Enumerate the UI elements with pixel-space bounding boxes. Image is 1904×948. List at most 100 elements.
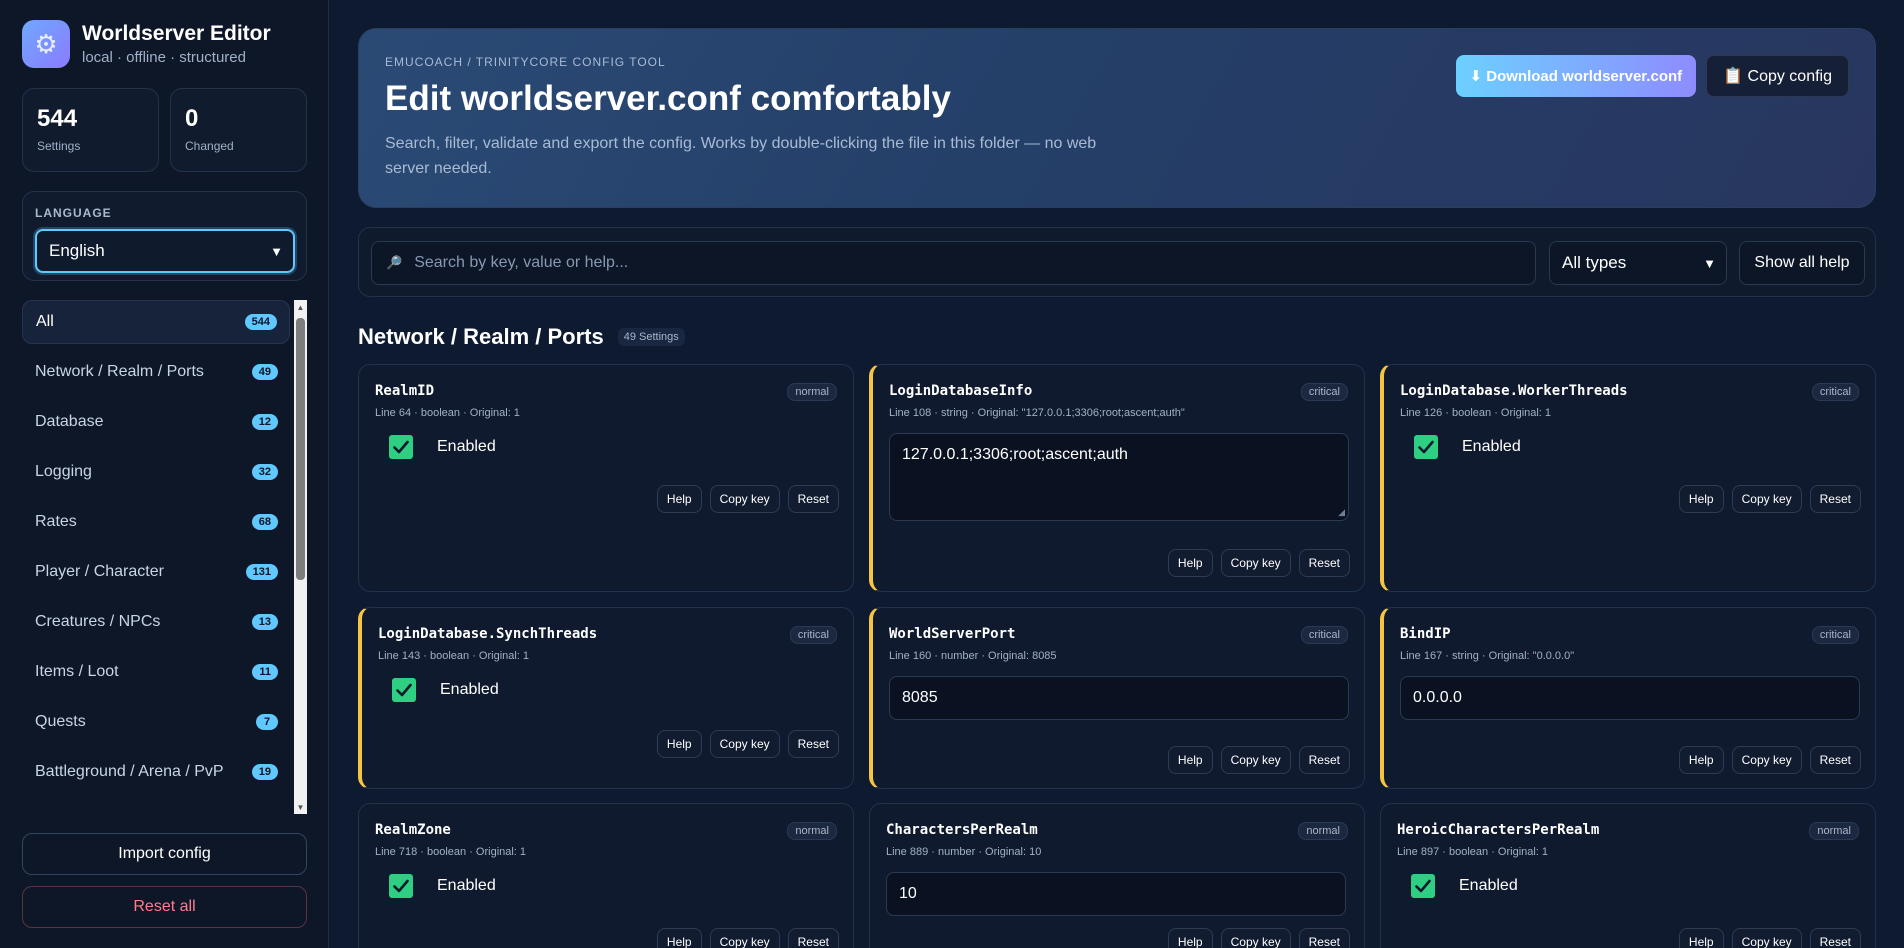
value-input[interactable]: 10	[886, 872, 1346, 916]
stat-settings: 544 Settings	[22, 88, 159, 172]
language-select[interactable]: English ▼	[35, 229, 295, 273]
copy-key-button[interactable]: Copy key	[1731, 746, 1802, 774]
type-filter-select[interactable]: All types ▼	[1549, 241, 1727, 285]
value-text: 127.0.0.1;3306;root;ascent;auth	[902, 446, 1128, 463]
copy-key-button[interactable]: Copy key	[1220, 549, 1291, 577]
checkbox[interactable]	[392, 678, 416, 702]
copy-key-button[interactable]: Copy key	[709, 485, 780, 513]
scroll-thumb[interactable]	[296, 318, 305, 580]
checkbox-label: Enabled	[1459, 877, 1518, 894]
reset-button[interactable]: Reset	[787, 730, 839, 758]
download-config-button[interactable]: ⬇ Download worldserver.conf	[1455, 55, 1697, 97]
help-button[interactable]: Help	[1167, 928, 1213, 948]
checkbox[interactable]	[389, 874, 413, 898]
sidebar-item[interactable]: Quests 7	[22, 700, 290, 744]
sidebar-item[interactable]: Database 12	[22, 400, 290, 444]
sidebar-item[interactable]: Player / Character 131	[22, 550, 290, 594]
setting-key: WorldServerPort	[889, 626, 1016, 642]
checkbox-label: Enabled	[437, 877, 496, 894]
help-button[interactable]: Help	[1678, 746, 1724, 774]
reset-all-button[interactable]: Reset all	[22, 886, 307, 928]
card-actions: Help Copy key Reset	[656, 485, 839, 513]
reset-button[interactable]: Reset	[1298, 746, 1350, 774]
reset-button[interactable]: Reset	[1298, 928, 1350, 948]
sidebar-item[interactable]: Battleground / Arena / PvP 19	[22, 750, 290, 794]
reset-button[interactable]: Reset	[1809, 485, 1861, 513]
enabled-toggle[interactable]: Enabled	[389, 435, 496, 459]
severity-badge: critical	[1811, 626, 1859, 644]
check-icon	[1418, 440, 1434, 454]
app-title: Worldserver Editor	[82, 22, 271, 45]
help-button[interactable]: Help	[656, 485, 702, 513]
sidebar-item[interactable]: Network / Realm / Ports 49	[22, 350, 290, 394]
import-config-button[interactable]: Import config	[22, 833, 307, 875]
checkbox[interactable]	[1411, 874, 1435, 898]
value-textarea[interactable]: 127.0.0.1;3306;root;ascent;auth ◢	[889, 433, 1349, 521]
sidebar-item[interactable]: Creatures / NPCs 13	[22, 600, 290, 644]
check-icon	[396, 683, 412, 697]
enabled-toggle[interactable]: Enabled	[392, 678, 499, 702]
copy-key-button[interactable]: Copy key	[1220, 746, 1291, 774]
copy-key-button[interactable]: Copy key	[709, 730, 780, 758]
checkbox[interactable]	[389, 435, 413, 459]
language-label: LANGUAGE	[35, 206, 112, 220]
copy-key-button[interactable]: Copy key	[1731, 485, 1802, 513]
setting-card: WorldServerPort Line 160 · number · Origi…	[869, 607, 1365, 789]
copy-key-button[interactable]: Copy key	[1220, 928, 1291, 948]
copy-config-button[interactable]: 📋 Copy config	[1706, 55, 1849, 97]
help-button[interactable]: Help	[656, 928, 702, 948]
enabled-toggle[interactable]: Enabled	[1414, 435, 1521, 459]
resize-grip-icon[interactable]: ◢	[1338, 507, 1345, 518]
value-text: 10	[899, 885, 917, 902]
sidebar-item[interactable]: Rates 68	[22, 500, 290, 544]
help-button[interactable]: Help	[1678, 485, 1724, 513]
setting-meta: Line 718 · boolean · Original: 1	[375, 846, 527, 858]
sidebar-item-label: Creatures / NPCs	[35, 613, 161, 630]
search-input[interactable]: 🔎 Search by key, value or help...	[371, 241, 1536, 285]
setting-card: HeroicCharactersPerRealm Line 897 · boole…	[1380, 803, 1876, 948]
sidebar-item[interactable]: Logging 32	[22, 450, 290, 494]
setting-meta: Line 64 · boolean · Original: 1	[375, 407, 520, 419]
show-all-help-button[interactable]: Show all help	[1739, 241, 1865, 285]
app-subtitle: local · offline · structured	[82, 49, 246, 66]
card-actions: Help Copy key Reset	[1167, 746, 1350, 774]
help-button[interactable]: Help	[1678, 928, 1724, 948]
help-button[interactable]: Help	[656, 730, 702, 758]
reset-button[interactable]: Reset	[1809, 928, 1861, 948]
enabled-toggle[interactable]: Enabled	[389, 874, 496, 898]
sidebar-item-label: Quests	[35, 713, 86, 730]
setting-card: LoginDatabase.SynchThreads Line 143 · boo…	[358, 607, 854, 789]
enabled-toggle[interactable]: Enabled	[1411, 874, 1518, 898]
scroll-down-icon[interactable]: ▼	[294, 800, 307, 814]
value-input[interactable]: 8085	[889, 676, 1349, 720]
reset-button[interactable]: Reset	[787, 928, 839, 948]
stat-changed: 0 Changed	[170, 88, 307, 172]
setting-card: RealmZone Line 718 · boolean · Original: …	[358, 803, 854, 948]
setting-key: LoginDatabaseInfo	[889, 383, 1033, 399]
gear-icon: ⚙	[22, 20, 70, 68]
copy-key-button[interactable]: Copy key	[709, 928, 780, 948]
card-actions: Help Copy key Reset	[1678, 485, 1861, 513]
scroll-up-icon[interactable]: ▲	[294, 300, 307, 314]
setting-meta: Line 126 · boolean · Original: 1	[1400, 407, 1552, 419]
setting-meta: Line 143 · boolean · Original: 1	[378, 650, 530, 662]
section-header: Network / Realm / Ports 49 Settings	[358, 324, 685, 350]
sidebar-item[interactable]: All 544	[22, 300, 290, 344]
help-button[interactable]: Help	[1167, 746, 1213, 774]
checkbox-label: Enabled	[1462, 438, 1521, 455]
sidebar-item[interactable]: Items / Loot 11	[22, 650, 290, 694]
nav-scrollbar[interactable]: ▲ ▼	[294, 300, 307, 814]
reset-button[interactable]: Reset	[1298, 549, 1350, 577]
help-button[interactable]: Help	[1167, 549, 1213, 577]
reset-button[interactable]: Reset	[1809, 746, 1861, 774]
setting-card: LoginDatabaseInfo Line 108 · string · Ori…	[869, 364, 1365, 592]
section-title: Network / Realm / Ports	[358, 324, 604, 349]
setting-meta: Line 160 · number · Original: 8085	[889, 650, 1057, 662]
copy-key-button[interactable]: Copy key	[1731, 928, 1802, 948]
setting-card: CharactersPerRealm Line 889 · number · Or…	[869, 803, 1365, 948]
value-input[interactable]: 0.0.0.0	[1400, 676, 1860, 720]
reset-button[interactable]: Reset	[787, 485, 839, 513]
setting-meta: Line 889 · number · Original: 10	[886, 846, 1042, 858]
setting-key: RealmZone	[375, 822, 451, 838]
checkbox[interactable]	[1414, 435, 1438, 459]
